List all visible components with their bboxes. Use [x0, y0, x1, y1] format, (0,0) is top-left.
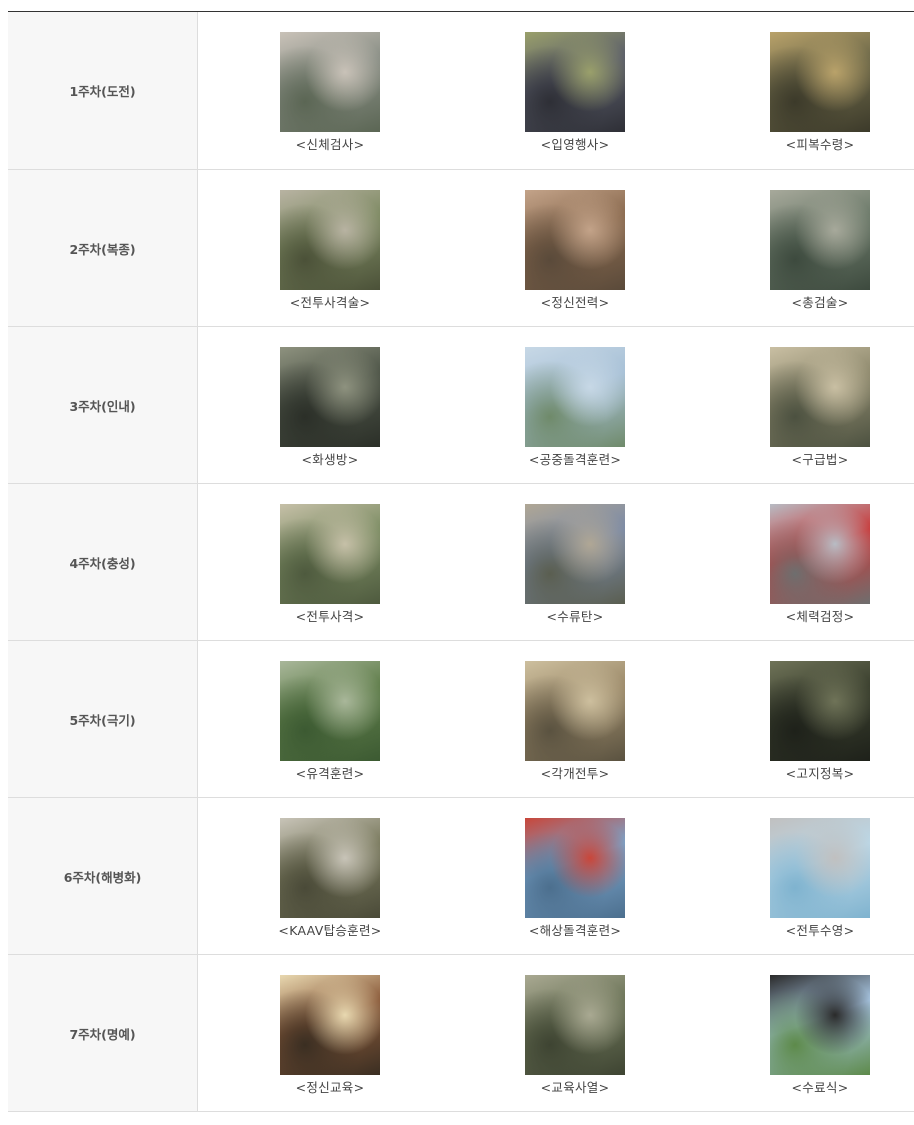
training-review-photo [525, 975, 625, 1075]
photo-caption: <전투사격술> [289, 295, 371, 310]
week-label: 6주차(해병화) [8, 798, 198, 954]
gas-mask-training-photo [280, 347, 380, 447]
fitness-test-photo [770, 504, 870, 604]
individual-combat-photo [525, 661, 625, 761]
training-item: <공중돌격훈련> [500, 347, 650, 468]
table-row: 5주차(극기) <유격훈련> <각개전투> <고지정복> [8, 641, 914, 798]
photo-caption: <화생방> [301, 452, 359, 467]
mental-education-photo [280, 975, 380, 1075]
training-item: <전투수영> [745, 818, 895, 939]
combat-swimming-photo [770, 818, 870, 918]
week-label: 3주차(인내) [8, 327, 198, 483]
photo-caption: <피복수령> [785, 137, 855, 152]
photo-cell: <화생방> <공중돌격훈련> <구급법> [198, 327, 914, 483]
photo-caption: <체력검정> [785, 609, 855, 624]
uniform-issue-photo [770, 32, 870, 132]
photo-cell: <정신교육> <교육사열> <수료식> [198, 955, 914, 1111]
bayonet-drill-photo [770, 190, 870, 290]
photo-caption: <해상돌격훈련> [528, 923, 622, 938]
photo-caption: <각개전투> [540, 766, 610, 781]
soldier-medical-check-photo [280, 32, 380, 132]
week-label: 4주차(충성) [8, 484, 198, 640]
training-item: <전투사격술> [255, 190, 405, 311]
table-row: 7주차(명예) <정신교육> <교육사열> <수료식> [8, 955, 914, 1112]
air-assault-training-photo [525, 347, 625, 447]
training-item: <교육사열> [500, 975, 650, 1096]
photo-caption: <공중돌격훈련> [528, 452, 622, 467]
training-item: <총검술> [745, 190, 895, 311]
graduation-ceremony-photo [770, 975, 870, 1075]
training-item: <각개전투> [500, 661, 650, 782]
photo-caption: <정신교육> [295, 1080, 365, 1095]
training-item: <입영행사> [500, 32, 650, 153]
photo-caption: <유격훈련> [295, 766, 365, 781]
photo-caption: <수료식> [791, 1080, 849, 1095]
training-item: <구급법> [745, 347, 895, 468]
week-label: 2주차(복종) [8, 170, 198, 326]
training-item: <체력검정> [745, 504, 895, 625]
training-item: <정신교육> [255, 975, 405, 1096]
kaav-boarding-photo [280, 818, 380, 918]
week-label: 1주차(도전) [8, 12, 198, 169]
mental-strength-photo [525, 190, 625, 290]
training-item: <수류탄> [500, 504, 650, 625]
guerrilla-training-photo [280, 661, 380, 761]
hill-conquest-photo [770, 661, 870, 761]
table-row: 3주차(인내) <화생방> <공중돌격훈련> <구급법> [8, 327, 914, 484]
photo-cell: <KAAV탑승훈련> <해상돌격훈련> <전투수영> [198, 798, 914, 954]
week-label: 7주차(명예) [8, 955, 198, 1111]
photo-caption: <정신전력> [540, 295, 610, 310]
photo-caption: <입영행사> [540, 137, 610, 152]
training-item: <정신전력> [500, 190, 650, 311]
table-row: 2주차(복종) <전투사격술> <정신전력> <총검술> [8, 170, 914, 327]
training-item: <수료식> [745, 975, 895, 1096]
training-item: <전투사격> [255, 504, 405, 625]
photo-caption: <신체검사> [295, 137, 365, 152]
training-item: <신체검사> [255, 32, 405, 153]
photo-caption: <고지정복> [785, 766, 855, 781]
training-item: <고지정복> [745, 661, 895, 782]
enlistment-crowd-photo [525, 32, 625, 132]
sea-assault-photo [525, 818, 625, 918]
photo-caption: <전투수영> [785, 923, 855, 938]
photo-cell: <유격훈련> <각개전투> <고지정복> [198, 641, 914, 797]
photo-caption: <수류탄> [546, 609, 604, 624]
table-row: 4주차(충성) <전투사격> <수류탄> <체력검정> [8, 484, 914, 641]
photo-caption: <구급법> [791, 452, 849, 467]
photo-caption: <KAAV탑승훈련> [278, 923, 382, 938]
week-label: 5주차(극기) [8, 641, 198, 797]
photo-caption: <총검술> [791, 295, 849, 310]
photo-caption: <전투사격> [295, 609, 365, 624]
combat-shooting-photo [280, 504, 380, 604]
rifle-marksmanship-photo [280, 190, 380, 290]
first-aid-training-photo [770, 347, 870, 447]
table-row: 6주차(해병화) <KAAV탑승훈련> <해상돌격훈련> <전투수영> [8, 798, 914, 955]
training-item: <화생방> [255, 347, 405, 468]
training-item: <KAAV탑승훈련> [255, 818, 405, 939]
training-item: <해상돌격훈련> [500, 818, 650, 939]
training-item: <피복수령> [745, 32, 895, 153]
photo-cell: <전투사격술> <정신전력> <총검술> [198, 170, 914, 326]
grenade-training-photo [525, 504, 625, 604]
photo-caption: <교육사열> [540, 1080, 610, 1095]
training-item: <유격훈련> [255, 661, 405, 782]
photo-cell: <전투사격> <수류탄> <체력검정> [198, 484, 914, 640]
training-schedule-table: 1주차(도전) <신체검사> <입영행사> <피복수령> 2주차(복종) <전투사격술> <… [8, 11, 914, 1112]
photo-cell: <신체검사> <입영행사> <피복수령> [198, 12, 914, 169]
table-row: 1주차(도전) <신체검사> <입영행사> <피복수령> [8, 12, 914, 170]
